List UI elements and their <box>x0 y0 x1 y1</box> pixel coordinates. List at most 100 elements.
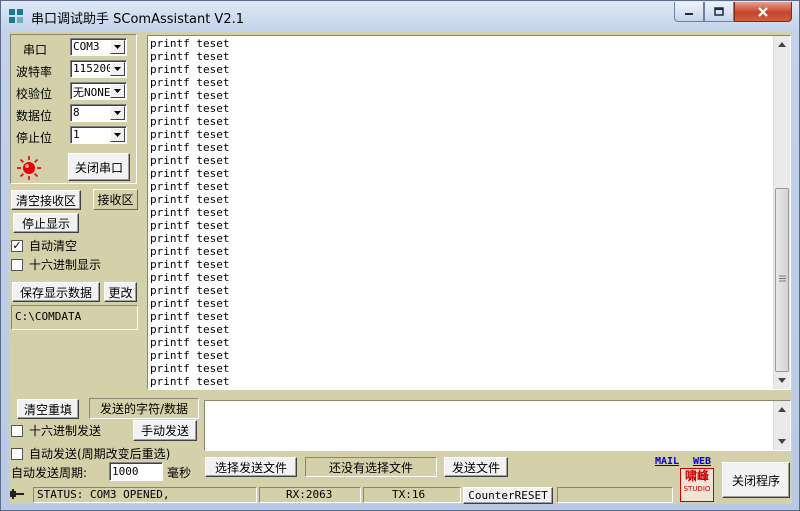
auto-clear-checkbox[interactable]: ✓ 自动清空 <box>11 237 77 254</box>
auto-send-checkbox[interactable]: 自动发送(周期改变后重选) <box>11 445 170 462</box>
baud-label: 波特率 <box>16 65 53 79</box>
period-input[interactable]: 1000 <box>109 462 163 481</box>
receive-line: printf teset <box>150 167 230 180</box>
change-path-button[interactable]: 更改 <box>104 282 137 302</box>
chevron-down-icon <box>114 45 121 49</box>
auto-send-label: 自动发送(周期改变后重选) <box>29 447 171 461</box>
select-file-button[interactable]: 选择发送文件 <box>205 457 297 477</box>
manual-send-button[interactable]: 手动发送 <box>133 420 197 441</box>
stopbits-dropdown-button[interactable] <box>110 128 125 142</box>
tx-counter: TX:16 <box>363 487 461 503</box>
chevron-down-icon <box>114 89 121 93</box>
hex-display-label: 十六进制显示 <box>29 258 102 272</box>
receive-line: printf teset <box>150 206 230 219</box>
send-file-button[interactable]: 发送文件 <box>444 457 508 477</box>
period-unit: 毫秒 <box>167 466 192 480</box>
receive-line: printf teset <box>150 37 230 50</box>
minimize-button[interactable] <box>674 2 704 22</box>
grip-icon <box>779 275 786 282</box>
logo-text: 啸峰 <box>684 469 709 483</box>
parity-dropdown-button[interactable] <box>110 84 125 98</box>
chevron-down-icon <box>114 67 121 71</box>
close-port-button[interactable]: 关闭串口 <box>68 153 130 181</box>
clear-resend-button[interactable]: 清空重填 <box>17 399 79 419</box>
arrow-down-icon <box>778 378 786 383</box>
clear-receive-button[interactable]: 清空接收区 <box>11 190 81 210</box>
parity-value: 无NONE <box>73 86 111 99</box>
receive-scrollbar[interactable] <box>773 36 790 389</box>
period-label: 自动发送周期: <box>11 466 88 480</box>
receive-line: printf teset <box>150 141 230 154</box>
hex-send-box[interactable] <box>11 424 23 437</box>
receive-line: printf teset <box>150 310 230 323</box>
hex-send-checkbox[interactable]: 十六进制发送 <box>11 422 101 439</box>
receive-line: printf teset <box>150 323 230 336</box>
receive-line: printf teset <box>150 258 230 271</box>
databits-label: 数据位 <box>16 109 53 123</box>
stopbits-value: 1 <box>73 128 80 141</box>
hex-display-box[interactable] <box>11 258 23 271</box>
receive-line: printf teset <box>150 284 230 297</box>
save-data-button[interactable]: 保存显示数据 <box>12 282 100 302</box>
receive-line: printf teset <box>150 193 230 206</box>
scroll-down-button[interactable] <box>774 372 790 389</box>
chevron-down-icon <box>114 111 121 115</box>
scroll-up-button[interactable] <box>774 36 790 53</box>
databits-select[interactable]: 8 <box>70 104 127 122</box>
receive-line: printf teset <box>150 375 230 388</box>
databits-dropdown-button[interactable] <box>110 106 125 120</box>
baud-select[interactable]: 115200 <box>70 60 127 78</box>
serial-plug-icon <box>10 489 24 499</box>
period-value: 1000 <box>112 465 139 478</box>
send-area-label: 发送的字符/数据 <box>89 398 199 419</box>
status-bar: STATUS: COM3 OPENED, RX:2063 TX:16 Count… <box>9 484 792 504</box>
receive-text: printf teset printf teset printf teset prin… <box>150 37 774 388</box>
port-dropdown-button[interactable] <box>110 40 125 54</box>
hex-send-label: 十六进制发送 <box>29 424 102 438</box>
web-link[interactable]: WEB <box>693 456 711 467</box>
receive-textarea[interactable]: printf teset printf teset printf teset prin… <box>147 35 791 390</box>
window-title: 串口调试助手 SComAssistant V2.1 <box>31 12 245 27</box>
title-bar[interactable]: 串口调试助手 SComAssistant V2.1 <box>1 1 799 31</box>
port-select[interactable]: COM3 <box>70 38 127 56</box>
client-area: 串口 COM3 波特率 115200 校验位 无NONE 数据位 8 停止位 1… <box>9 32 792 504</box>
status-text: STATUS: COM3 OPENED, <box>33 487 257 503</box>
receive-line: printf teset <box>150 63 230 76</box>
receive-area-label: 接收区 <box>93 189 138 210</box>
receive-line: printf teset <box>150 336 230 349</box>
receive-line: printf teset <box>150 89 230 102</box>
send-scroll-up-button[interactable] <box>774 401 790 418</box>
receive-line: printf teset <box>150 115 230 128</box>
mail-link[interactable]: MAIL <box>655 456 679 467</box>
serial-settings-group: 串口 COM3 波特率 115200 校验位 无NONE 数据位 8 停止位 1… <box>10 34 137 184</box>
scroll-thumb[interactable] <box>775 188 789 372</box>
stop-display-button[interactable]: 停止显示 <box>13 213 79 233</box>
status-led-icon <box>17 156 41 180</box>
save-path-field: C:\COMDATA <box>11 305 138 330</box>
arrow-up-icon <box>778 407 786 412</box>
stopbits-select[interactable]: 1 <box>70 126 127 144</box>
main-window: 串口调试助手 SComAssistant V2.1 串口 COM3 波特率 11… <box>0 0 800 511</box>
receive-line: printf teset <box>150 271 230 284</box>
rx-counter: RX:2063 <box>259 487 361 503</box>
app-icon <box>9 9 23 23</box>
hex-display-checkbox[interactable]: 十六进制显示 <box>11 256 101 273</box>
auto-send-box[interactable] <box>11 447 23 460</box>
receive-line: printf teset <box>150 232 230 245</box>
counter-reset-button[interactable]: CounterRESET <box>463 487 553 504</box>
close-button[interactable] <box>734 2 792 22</box>
parity-select[interactable]: 无NONE <box>70 82 127 100</box>
receive-line: printf teset <box>150 50 230 63</box>
send-scroll-down-button[interactable] <box>774 433 790 450</box>
receive-line: printf teset <box>150 102 230 115</box>
send-textarea[interactable] <box>204 400 791 451</box>
parity-label: 校验位 <box>16 87 53 101</box>
send-scrollbar[interactable] <box>773 401 790 450</box>
baud-value: 115200 <box>73 62 111 75</box>
port-label: 串口 <box>23 43 48 57</box>
receive-line: printf teset <box>150 219 230 232</box>
baud-dropdown-button[interactable] <box>110 62 125 76</box>
auto-clear-box[interactable]: ✓ <box>11 239 23 252</box>
maximize-button[interactable] <box>704 2 734 22</box>
arrow-up-icon <box>778 42 786 47</box>
